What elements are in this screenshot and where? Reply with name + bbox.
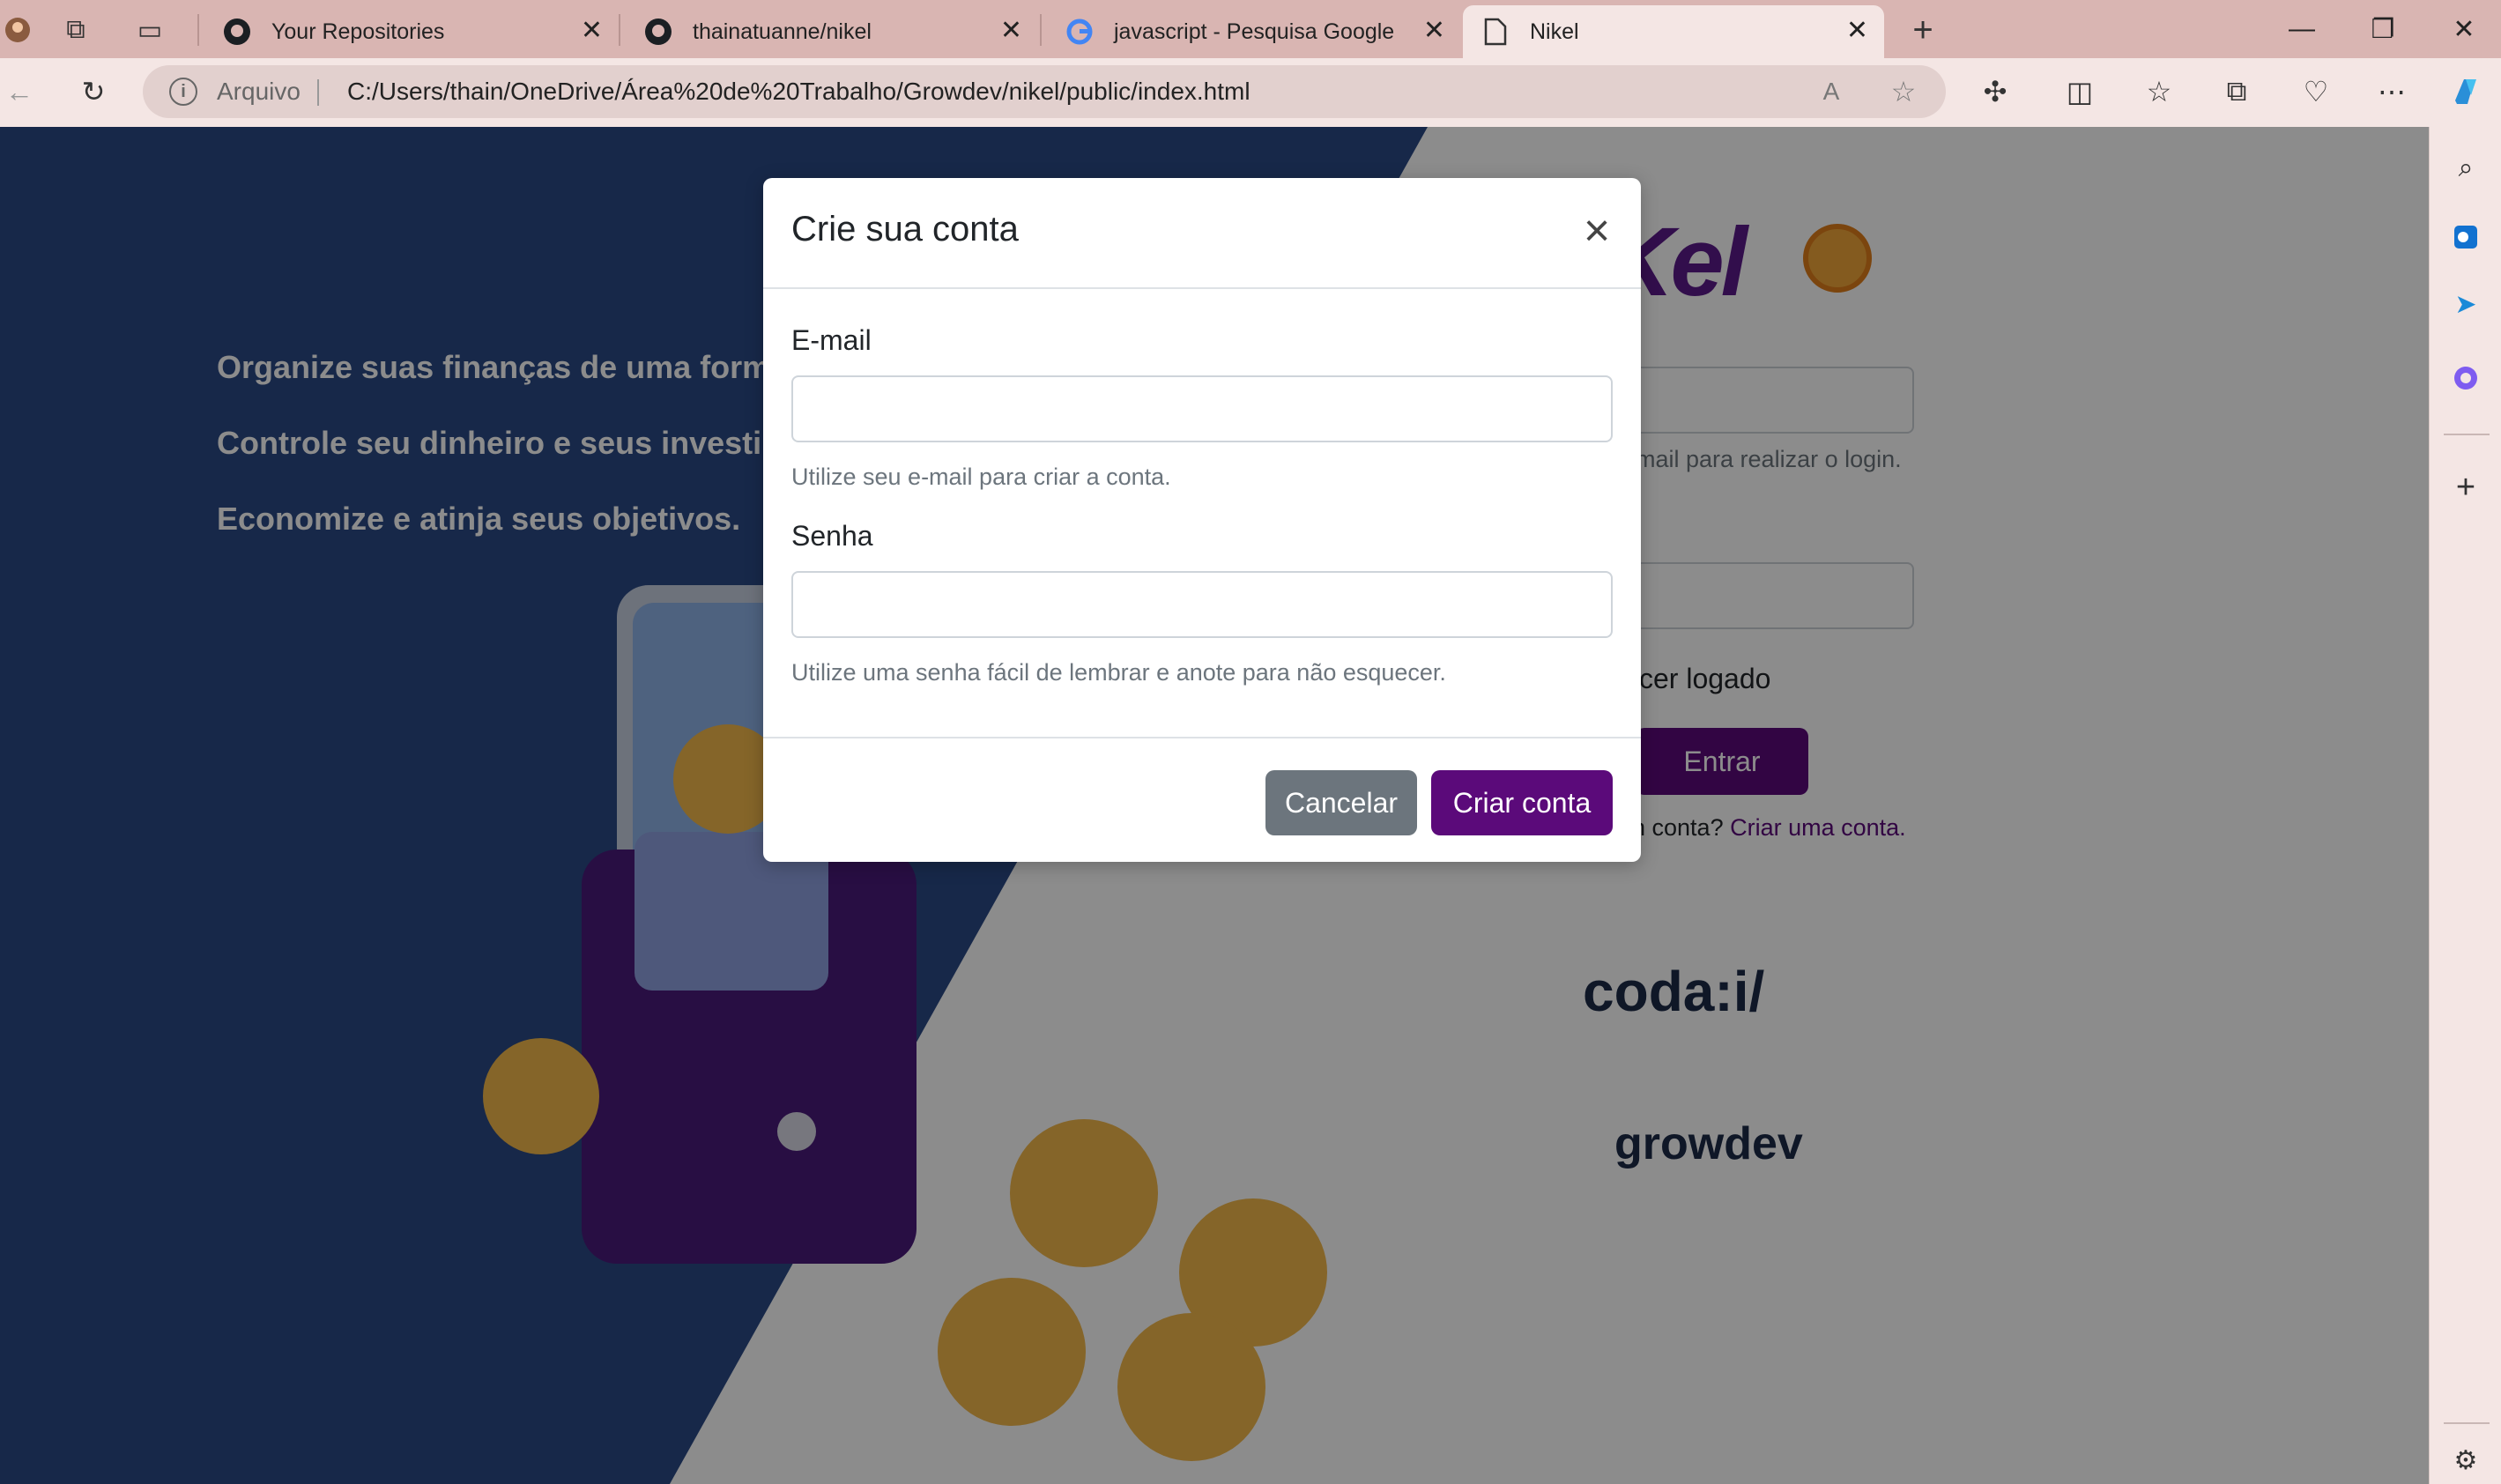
- email-label: E-mail: [791, 324, 872, 356]
- close-tab-icon[interactable]: ✕: [1846, 18, 1868, 44]
- search-icon[interactable]: ⌕: [2445, 148, 2486, 189]
- page-icon: [1481, 17, 1510, 47]
- refresh-icon[interactable]: ↻: [74, 72, 113, 111]
- email-help-text: Utilize seu e-mail para criar a conta.: [791, 464, 1171, 490]
- close-tab-icon[interactable]: ✕: [581, 18, 603, 44]
- info-icon[interactable]: i: [169, 78, 197, 106]
- browser-toolbar: ← ↻ i Arquivo C:/Users/thain/OneDrive/Ár…: [0, 58, 2501, 127]
- restore-icon[interactable]: ❐: [2356, 9, 2409, 49]
- collections-icon[interactable]: ⧉: [2217, 72, 2256, 111]
- minimize-icon[interactable]: —: [2275, 9, 2328, 49]
- close-icon[interactable]: ×: [1577, 208, 1616, 254]
- address-bar[interactable]: i Arquivo C:/Users/thain/OneDrive/Área%2…: [143, 65, 1946, 118]
- read-aloud-icon[interactable]: A: [1812, 72, 1851, 111]
- modal-footer-divider: [763, 737, 1641, 738]
- add-icon[interactable]: +: [2445, 467, 2486, 508]
- new-tab-icon[interactable]: +: [1905, 11, 1941, 49]
- workspaces-icon[interactable]: ⧉: [58, 12, 93, 48]
- tab-thainatuanne-nikel[interactable]: thainatuanne/nikel ✕: [626, 5, 1038, 58]
- page-viewport: Organize suas finanças de uma forma Cont…: [0, 127, 2429, 1484]
- tab-your-repositories[interactable]: Your Repositories ✕: [204, 5, 619, 58]
- more-options-icon[interactable]: ⋯: [2372, 72, 2411, 111]
- tab-separator: [197, 14, 199, 46]
- favorite-star-icon[interactable]: ☆: [1884, 72, 1923, 111]
- browser-essentials-icon[interactable]: ♡: [2297, 72, 2335, 111]
- tab-title: javascript - Pesquisa Google: [1114, 19, 1395, 44]
- address-scheme-label: Arquivo: [217, 78, 301, 105]
- microsoft-365-icon[interactable]: [2445, 358, 2486, 398]
- sidebar-divider: [2444, 1422, 2490, 1424]
- close-window-icon[interactable]: ✕: [2438, 9, 2490, 49]
- address-url[interactable]: C:/Users/thain/OneDrive/Área%20de%20Trab…: [347, 78, 1250, 106]
- address-divider: [317, 79, 319, 106]
- tab-title: Your Repositories: [271, 19, 445, 44]
- tab-separator: [619, 14, 620, 46]
- tab-actions-icon[interactable]: ▭: [132, 12, 167, 48]
- tab-separator: [1040, 14, 1042, 46]
- send-icon[interactable]: ➤: [2445, 284, 2486, 324]
- tab-title: Nikel: [1530, 19, 1579, 44]
- settings-gear-icon[interactable]: ⚙: [2445, 1440, 2486, 1480]
- tab-title: thainatuanne/nikel: [693, 19, 872, 44]
- email-field[interactable]: [791, 375, 1613, 442]
- tab-nikel[interactable]: Nikel ✕: [1463, 5, 1884, 58]
- extensions-icon[interactable]: ✣: [1976, 72, 2015, 111]
- sidebar-divider: [2444, 434, 2490, 435]
- close-tab-icon[interactable]: ✕: [1423, 18, 1445, 44]
- create-account-button[interactable]: Criar conta: [1431, 770, 1613, 835]
- cancel-button[interactable]: Cancelar: [1265, 770, 1417, 835]
- profile-avatar-icon[interactable]: [0, 12, 35, 48]
- password-label: Senha: [791, 520, 873, 552]
- modal-title: Crie sua conta: [791, 210, 1019, 249]
- browser-tab-bar: ⧉ ▭ Your Repositories ✕ thainatuanne/nik…: [0, 0, 2501, 58]
- split-screen-icon[interactable]: ◫: [2060, 72, 2099, 111]
- outlook-icon[interactable]: [2445, 217, 2486, 257]
- create-account-modal: Crie sua conta × E-mail Utilize seu e-ma…: [763, 178, 1641, 862]
- modal-header-divider: [763, 287, 1641, 289]
- favorites-icon[interactable]: ☆: [2140, 72, 2178, 111]
- tab-google-search[interactable]: javascript - Pesquisa Google ✕: [1047, 5, 1461, 58]
- github-icon: [643, 17, 673, 47]
- github-icon: [222, 17, 252, 47]
- copilot-icon[interactable]: [2446, 72, 2485, 111]
- google-icon: [1065, 17, 1095, 47]
- password-field[interactable]: [791, 571, 1613, 638]
- password-help-text: Utilize uma senha fácil de lembrar e ano…: [791, 659, 1446, 686]
- edge-sidebar: ⌕ ➤ + ⚙: [2429, 127, 2501, 1484]
- close-tab-icon[interactable]: ✕: [1000, 18, 1022, 44]
- back-icon[interactable]: ←: [0, 72, 39, 111]
